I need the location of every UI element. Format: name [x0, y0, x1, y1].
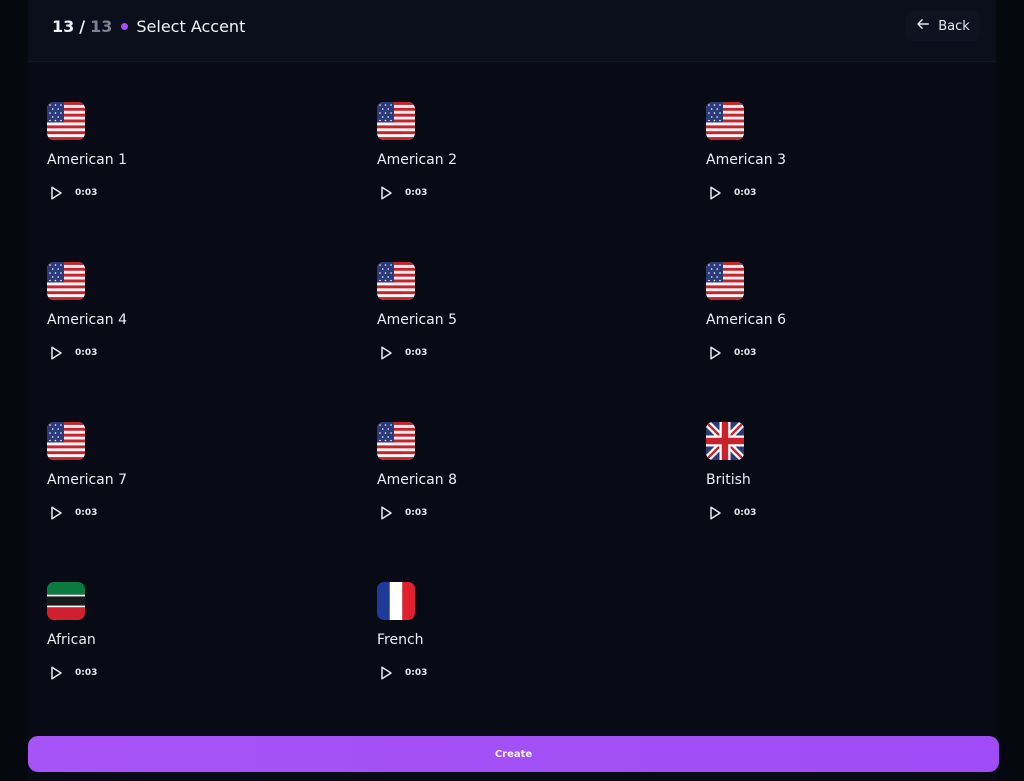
- audio-duration: 0:03: [734, 348, 757, 358]
- audio-duration: 0:03: [734, 188, 757, 198]
- page-header: 13 / 13 Select Accent Back: [28, 0, 996, 62]
- play-icon[interactable]: [47, 344, 65, 362]
- play-icon[interactable]: [706, 184, 724, 202]
- accent-name: American 3: [706, 152, 786, 168]
- step-dot-icon: [121, 22, 129, 30]
- audio-player: 0:03: [377, 184, 427, 202]
- us-flag-icon: [47, 102, 85, 140]
- accent-card-american-3[interactable]: American 3 0:03: [706, 102, 986, 212]
- back-label: Back: [938, 18, 970, 34]
- back-button[interactable]: Back: [906, 11, 980, 41]
- accent-card-french[interactable]: French 0:03: [377, 582, 657, 692]
- audio-duration: 0:03: [405, 348, 428, 358]
- audio-player: 0:03: [706, 184, 756, 202]
- audio-duration: 0:03: [734, 508, 757, 518]
- accent-name: American 1: [47, 152, 127, 168]
- us-flag-icon: [706, 262, 744, 300]
- audio-duration: 0:03: [405, 188, 428, 198]
- accent-card-american-1[interactable]: American 1 0:03: [47, 102, 327, 212]
- accent-name: American 4: [47, 312, 127, 328]
- african-flag-icon: [47, 582, 85, 620]
- audio-duration: 0:03: [75, 188, 98, 198]
- audio-player: 0:03: [47, 184, 97, 202]
- audio-player: 0:03: [706, 504, 756, 522]
- accent-card-american-6[interactable]: American 6 0:03: [706, 262, 986, 372]
- uk-flag-icon: [706, 422, 744, 460]
- audio-duration: 0:03: [75, 348, 98, 358]
- us-flag-icon: [377, 262, 415, 300]
- audio-duration: 0:03: [75, 508, 98, 518]
- play-icon[interactable]: [706, 344, 724, 362]
- accent-card-american-8[interactable]: American 8 0:03: [377, 422, 657, 532]
- play-icon[interactable]: [47, 504, 65, 522]
- accent-name: American 6: [706, 312, 786, 328]
- play-icon[interactable]: [706, 504, 724, 522]
- play-icon[interactable]: [47, 184, 65, 202]
- page-title: Select Accent: [136, 16, 246, 36]
- arrow-left-icon: [916, 17, 930, 35]
- play-icon[interactable]: [377, 344, 395, 362]
- accent-name: American 5: [377, 312, 457, 328]
- accent-name: American 2: [377, 152, 457, 168]
- accent-name: British: [706, 472, 751, 488]
- us-flag-icon: [706, 102, 744, 140]
- create-button[interactable]: Create: [28, 736, 999, 772]
- audio-player: 0:03: [47, 504, 97, 522]
- us-flag-icon: [377, 422, 415, 460]
- audio-duration: 0:03: [405, 508, 428, 518]
- audio-player: 0:03: [47, 664, 97, 682]
- accent-card-american-2[interactable]: American 2 0:03: [377, 102, 657, 212]
- step-current: 13: [52, 16, 75, 36]
- french-flag-icon: [377, 582, 415, 620]
- audio-player: 0:03: [377, 504, 427, 522]
- accent-card-american-5[interactable]: American 5 0:03: [377, 262, 657, 372]
- accent-card-american-7[interactable]: American 7 0:03: [47, 422, 327, 532]
- play-icon[interactable]: [47, 664, 65, 682]
- accent-card-african[interactable]: African 0:03: [47, 582, 327, 692]
- play-icon[interactable]: [377, 664, 395, 682]
- us-flag-icon: [47, 422, 85, 460]
- accent-name: American 8: [377, 472, 457, 488]
- step-indicator: 13 / 13 Select Accent: [52, 15, 245, 37]
- step-separator: /: [79, 16, 86, 36]
- step-total: 13: [90, 16, 113, 36]
- accent-name: African: [47, 632, 96, 648]
- audio-duration: 0:03: [75, 668, 98, 678]
- audio-player: 0:03: [706, 344, 756, 362]
- audio-player: 0:03: [47, 344, 97, 362]
- accent-card-british[interactable]: British 0:03: [706, 422, 986, 532]
- accent-name: French: [377, 632, 424, 648]
- accent-card-american-4[interactable]: American 4 0:03: [47, 262, 327, 372]
- us-flag-icon: [377, 102, 415, 140]
- play-icon[interactable]: [377, 184, 395, 202]
- accent-name: American 7: [47, 472, 127, 488]
- audio-duration: 0:03: [405, 668, 428, 678]
- us-flag-icon: [47, 262, 85, 300]
- audio-player: 0:03: [377, 344, 427, 362]
- play-icon[interactable]: [377, 504, 395, 522]
- audio-player: 0:03: [377, 664, 427, 682]
